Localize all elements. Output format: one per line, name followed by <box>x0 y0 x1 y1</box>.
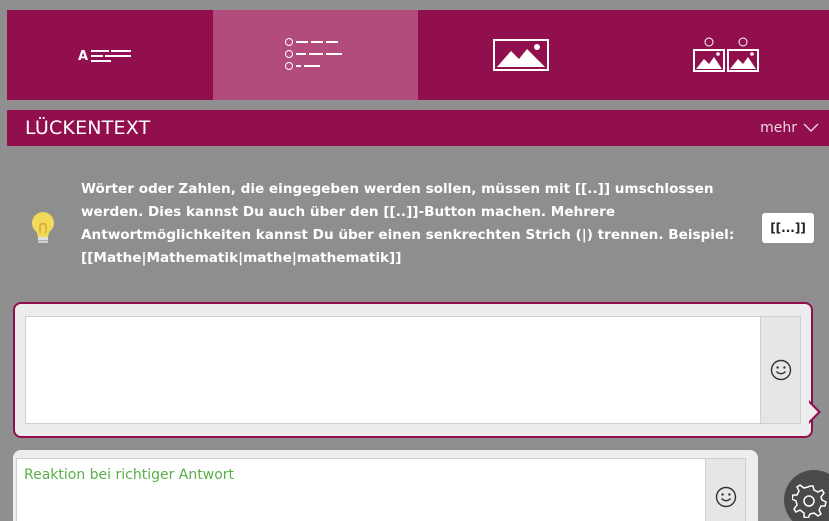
more-label: mehr <box>760 120 797 136</box>
gear-icon <box>792 484 827 518</box>
more-toggle[interactable]: mehr <box>760 120 819 136</box>
hint-text: Wörter oder Zahlen, die eingegeben werde… <box>81 181 735 266</box>
image-compare-icon <box>693 37 760 72</box>
insert-gap-button[interactable]: [[...]] <box>762 213 814 243</box>
smiley-icon <box>715 486 736 508</box>
settings-button[interactable] <box>784 470 829 521</box>
correct-feedback-field[interactable]: Reaktion bei richtiger Antwort <box>16 458 706 521</box>
editor-type-tabbar: A <box>7 10 829 100</box>
tab-list[interactable] <box>212 10 418 100</box>
tab-image[interactable] <box>418 10 624 100</box>
tab-image-compare[interactable] <box>624 10 829 100</box>
chevron-down-icon <box>803 123 819 132</box>
lightbulb-icon <box>32 212 54 243</box>
list-choice-icon <box>285 38 343 70</box>
svg-text:A: A <box>78 49 88 64</box>
hint-panel: Wörter oder Zahlen, die eingegeben werde… <box>7 146 829 302</box>
gap-text-editor[interactable] <box>25 316 761 424</box>
card-pointer-inner <box>809 403 818 421</box>
divider <box>7 100 829 110</box>
tab-text[interactable]: A <box>7 10 213 100</box>
feedback-emoji-button[interactable] <box>706 458 746 521</box>
image-icon <box>492 39 549 71</box>
text-icon: A <box>78 49 131 64</box>
section-header: LÜCKENTEXT mehr <box>7 110 829 146</box>
page-title: LÜCKENTEXT <box>25 117 151 139</box>
emoji-button[interactable] <box>761 316 801 424</box>
smiley-icon <box>770 359 791 381</box>
